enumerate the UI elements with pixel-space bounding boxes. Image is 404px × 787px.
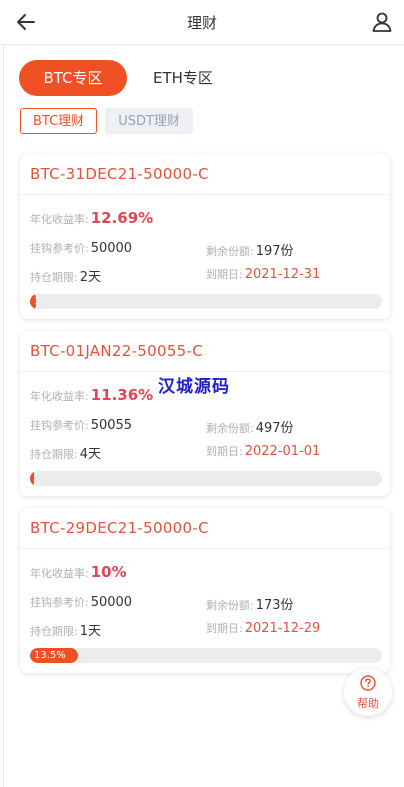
help-button[interactable]: 帮助	[344, 668, 392, 716]
rate-label: 年化收益率:	[30, 213, 89, 226]
rate-value: 11.36%	[90, 386, 154, 404]
main-tabs: BTC专区 ETH专区	[19, 60, 239, 96]
product-card[interactable]: BTC-01JAN22-50055-C 年化收益率: 11.36% 挂钩参考价:…	[20, 331, 390, 496]
progress-fill: 13.5%	[30, 648, 78, 663]
ref-price-value: 50000	[90, 241, 133, 256]
period-row: 持仓期限: 1天	[30, 620, 101, 639]
period-row: 持仓期限: 4天	[30, 443, 101, 462]
rate-label: 年化收益率:	[30, 390, 89, 403]
subtab-usdt-finance[interactable]: USDT理财	[105, 108, 193, 134]
ref-price-label: 挂钩参考价:	[30, 596, 89, 609]
progress-bar: 0%	[30, 471, 382, 486]
progress-fill: 1%	[30, 294, 36, 309]
period-label: 持仓期限:	[30, 448, 78, 461]
rate-row: 年化收益率: 12.69%	[30, 209, 153, 227]
expiry-value: 2021-12-31	[244, 267, 321, 282]
product-card[interactable]: BTC-31DEC21-50000-C 年化收益率: 12.69% 挂钩参考价:…	[20, 154, 390, 319]
progress-fill: 0%	[30, 471, 34, 486]
tab-btc-zone[interactable]: BTC专区	[19, 60, 127, 96]
expiry-label: 到期日:	[206, 268, 243, 281]
rate-row: 年化收益率: 10%	[30, 563, 127, 581]
expiry-label: 到期日:	[206, 622, 243, 635]
remaining-label: 剩余份额:	[206, 422, 254, 435]
period-value: 4天	[79, 447, 101, 462]
rate-value: 10%	[90, 563, 127, 581]
page-title: 理财	[186, 14, 217, 32]
ref-price-label: 挂钩参考价:	[30, 242, 89, 255]
rate-label: 年化收益率:	[30, 567, 89, 580]
app-header: 理财	[0, 0, 404, 45]
question-icon	[360, 675, 376, 691]
period-label: 持仓期限:	[30, 271, 78, 284]
page: 理财 BTC专区 ETH专区 BTC理财 USDT理财 BTC-31DEC21-…	[0, 0, 404, 787]
expiry-row: 到期日: 2022-01-01	[206, 443, 320, 459]
expiry-row: 到期日: 2021-12-29	[206, 620, 320, 636]
remaining-row: 剩余份额: 173份	[206, 594, 294, 613]
expiry-label: 到期日:	[206, 445, 243, 458]
ref-price-value: 50000	[90, 595, 133, 610]
expiry-row: 到期日: 2021-12-31	[206, 266, 320, 282]
tab-eth-zone[interactable]: ETH专区	[133, 60, 233, 96]
page-left-border	[3, 0, 4, 787]
expiry-value: 2022-01-01	[244, 444, 321, 459]
period-value: 2天	[79, 270, 101, 285]
remaining-value: 197份	[255, 244, 294, 259]
product-name: BTC-29DEC21-50000-C	[20, 508, 390, 549]
product-card[interactable]: BTC-29DEC21-50000-C 年化收益率: 10% 挂钩参考价: 50…	[20, 508, 390, 673]
remaining-row: 剩余份额: 197份	[206, 240, 294, 259]
progress-bar: 1%	[30, 294, 382, 309]
rate-value: 12.69%	[90, 209, 154, 227]
ref-price-label: 挂钩参考价:	[30, 419, 89, 432]
product-name: BTC-31DEC21-50000-C	[20, 154, 390, 195]
period-row: 持仓期限: 2天	[30, 266, 101, 285]
user-icon[interactable]	[370, 10, 394, 34]
remaining-label: 剩余份额:	[206, 245, 254, 258]
progress-bar: 13.5%	[30, 648, 382, 663]
remaining-value: 497份	[255, 421, 294, 436]
ref-price-row: 挂钩参考价: 50000	[30, 240, 132, 256]
subtab-btc-finance[interactable]: BTC理财	[20, 108, 98, 134]
remaining-value: 173份	[255, 598, 294, 613]
watermark-text: 汉城源码	[158, 377, 230, 397]
product-name: BTC-01JAN22-50055-C	[20, 331, 390, 372]
period-label: 持仓期限:	[30, 625, 78, 638]
rate-row: 年化收益率: 11.36%	[30, 386, 153, 404]
expiry-value: 2021-12-29	[244, 621, 321, 636]
help-label: 帮助	[357, 697, 379, 710]
sub-tabs: BTC理财 USDT理财	[20, 108, 201, 134]
remaining-label: 剩余份额:	[206, 599, 254, 612]
ref-price-value: 50055	[90, 418, 133, 433]
ref-price-row: 挂钩参考价: 50055	[30, 417, 132, 433]
remaining-row: 剩余份额: 497份	[206, 417, 294, 436]
ref-price-row: 挂钩参考价: 50000	[30, 594, 132, 610]
period-value: 1天	[79, 624, 101, 639]
